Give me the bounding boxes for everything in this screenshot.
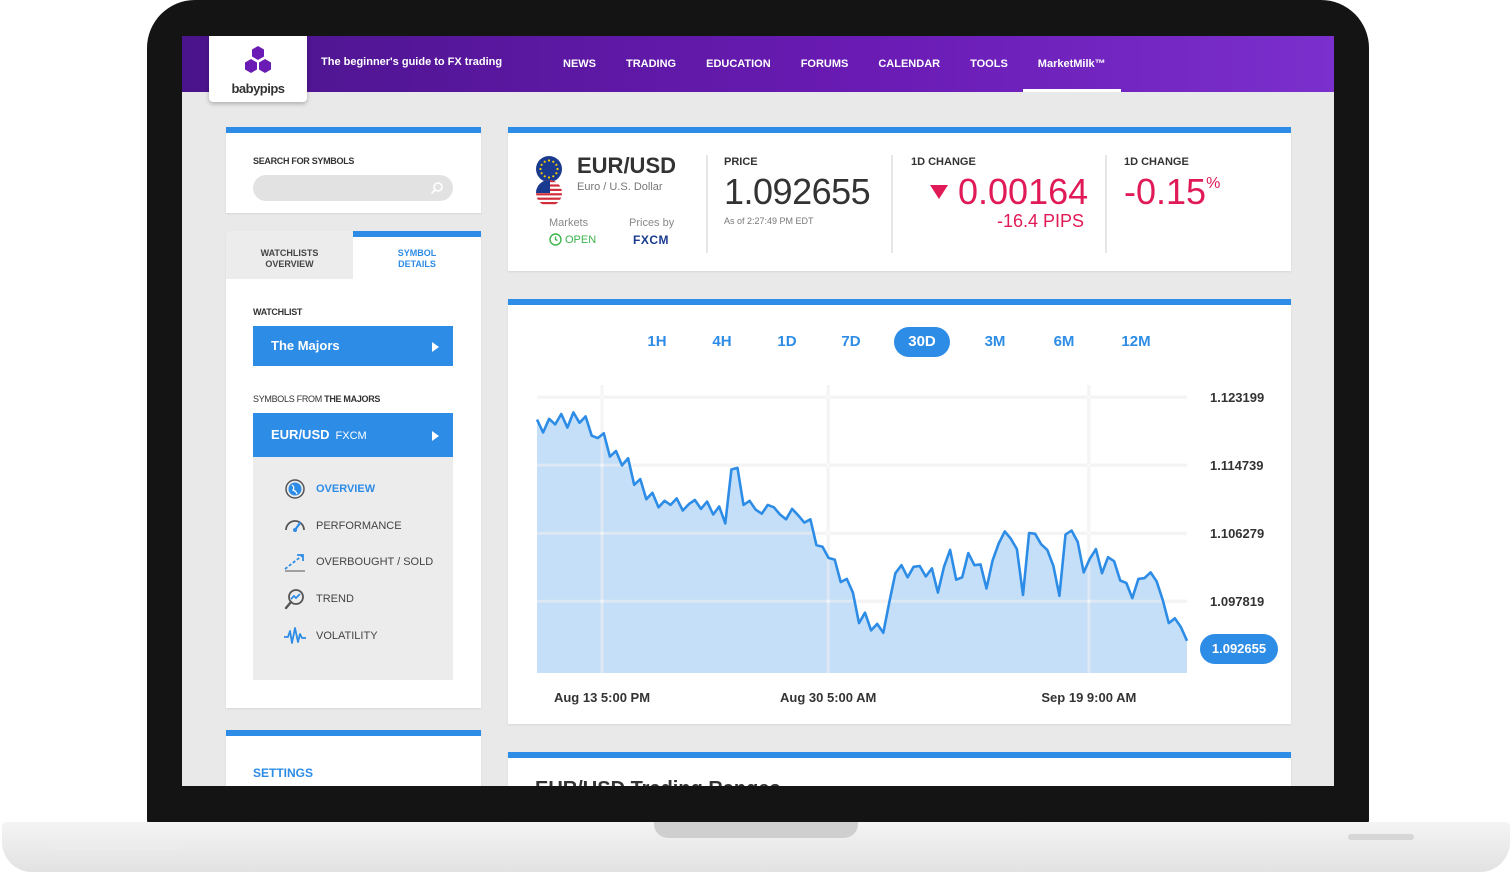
menu-item-label: PERFORMANCE — [316, 520, 402, 532]
tagline: The beginner's guide to FX trading — [321, 56, 503, 68]
tab-symbol-details[interactable]: SYMBOL DETAILS — [353, 231, 481, 279]
prices-by-label: Prices by — [629, 217, 675, 229]
divider — [706, 155, 708, 253]
markets-status: OPEN — [549, 233, 596, 246]
price-label: PRICE — [724, 156, 758, 168]
pct-unit: % — [1206, 175, 1221, 192]
price-chart[interactable]: 1.123199 1.114739 1.106279 1.097819 Aug 13 5… — [508, 305, 1291, 724]
last-price-badge: 1.092655 — [1200, 634, 1278, 664]
logo-text: babypips — [231, 81, 285, 96]
tab-watchlists-overview[interactable]: WATCHLISTS OVERVIEW — [226, 231, 353, 279]
nav-trading[interactable]: TRADING — [611, 36, 691, 92]
nav-forums[interactable]: FORUMS — [786, 36, 864, 92]
watchlist-card: WATCHLISTS OVERVIEW SYMBOL DETAILS WATCH… — [226, 231, 481, 708]
tab-label: SYMBOL DETAILS — [397, 248, 437, 269]
search-icon[interactable] — [430, 181, 444, 195]
pair-description: Euro / U.S. Dollar — [577, 181, 663, 193]
x-tick-label: Aug 30 5:00 AM — [780, 690, 876, 705]
trading-ranges-card: EUR/USD Trading Ranges — [508, 752, 1291, 786]
x-tick-label: Aug 13 5:00 PM — [554, 690, 650, 705]
tab-label: WATCHLISTS OVERVIEW — [260, 248, 319, 269]
x-tick-label: Sep 19 9:00 AM — [1041, 690, 1136, 705]
symbols-from-label: SYMBOLS FROM THE MAJORS — [253, 394, 380, 404]
provider-logo: FXCM — [633, 233, 669, 247]
menu-item-label: VOLATILITY — [316, 630, 378, 642]
menu-item-trend[interactable]: TREND — [283, 587, 354, 611]
y-tick-label: 1.097819 — [1210, 594, 1264, 609]
nav-tools[interactable]: TOOLS — [955, 36, 1023, 92]
logo[interactable]: babypips — [209, 36, 307, 102]
search-card: SEARCH FOR SYMBOLS — [226, 127, 481, 213]
pct-change-number: -0.15 — [1124, 171, 1207, 212]
watchlist-label: WATCHLIST — [253, 307, 303, 317]
change-label: 1D CHANGE — [911, 156, 976, 168]
laptop-notch — [654, 822, 858, 838]
watchlist-select-button[interactable]: The Majors — [253, 326, 453, 366]
settings-card: SETTINGS — [226, 730, 481, 786]
symbol-source: FXCM — [335, 430, 367, 442]
change-value: 0.00164 — [930, 171, 1088, 213]
menu-item-overview[interactable]: OVERVIEW — [283, 477, 375, 501]
menu-item-label: TREND — [316, 593, 354, 605]
nav-education[interactable]: EDUCATION — [691, 36, 786, 92]
symbol-menu: OVERVIEW PERFORMANCE OVERBOUGHT / SOLD T… — [253, 457, 453, 680]
watchlist-value: The Majors — [271, 338, 340, 353]
markets-status-text: OPEN — [565, 233, 597, 246]
globe-icon — [285, 479, 305, 499]
symbols-from-text: SYMBOLS FROM — [253, 394, 322, 404]
menu-item-overbought-sold[interactable]: OVERBOUGHT / SOLD — [283, 550, 433, 574]
provider-name: FXCM — [633, 233, 669, 247]
pair-name: EUR/USD — [577, 153, 677, 178]
y-tick-label: 1.123199 — [1210, 390, 1264, 405]
currency-flags-icon — [536, 156, 562, 206]
play-arrow-icon — [432, 342, 439, 352]
price-value: 1.092655 — [724, 171, 871, 212]
hexagon-logo-icon — [245, 46, 271, 73]
menu-item-label: OVERVIEW — [316, 483, 376, 495]
play-arrow-icon — [432, 431, 439, 441]
screen: babypips The beginner's guide to FX trad… — [182, 36, 1334, 786]
pct-change-value: -0.15% — [1124, 171, 1220, 213]
trend-arrow-icon — [284, 554, 305, 572]
search-label: SEARCH FOR SYMBOLS — [253, 156, 355, 166]
y-tick-label: 1.114739 — [1210, 458, 1264, 473]
nav-marketmilk[interactable]: MarketMilk™ — [1022, 36, 1121, 92]
divider — [891, 155, 893, 253]
price-timestamp: As of 2:27:49 PM EDT — [724, 216, 814, 226]
site-header: babypips The beginner's guide to FX trad… — [182, 36, 1334, 102]
chart-card: 1H 4H 1D 7D 30D 3M 6M 12M 1.123199 1.1147… — [508, 299, 1291, 724]
change-amount: 0.00164 — [958, 171, 1089, 212]
menu-item-volatility[interactable]: VOLATILITY — [283, 624, 378, 648]
nav-calendar[interactable]: CALENDAR — [863, 36, 955, 92]
laptop-slot-left — [52, 842, 182, 850]
trading-ranges-title: EUR/USD Trading Ranges — [535, 778, 781, 786]
symbol-select-button[interactable]: EUR/USD FXCM — [253, 413, 453, 457]
laptop-slot — [1348, 834, 1414, 840]
markets-label: Markets — [549, 217, 589, 229]
quote-card: EUR/USD Euro / U.S. Dollar Markets OPEN … — [508, 127, 1291, 271]
main-nav: NEWS TRADING EDUCATION FORUMS CALENDAR T… — [548, 36, 1121, 92]
menu-item-performance[interactable]: PERFORMANCE — [283, 514, 402, 538]
y-tick-label: 1.106279 — [1210, 526, 1264, 541]
menu-item-label: OVERBOUGHT / SOLD — [316, 556, 434, 568]
sidebar-tabs: WATCHLISTS OVERVIEW SYMBOL DETAILS — [226, 231, 481, 279]
pulse-icon — [284, 627, 306, 644]
symbol-name: EUR/USD — [271, 427, 330, 442]
gauge-icon — [285, 520, 305, 532]
magnifier-trend-icon — [284, 589, 304, 610]
settings-link[interactable]: SETTINGS — [253, 766, 313, 780]
down-arrow-icon — [930, 185, 948, 199]
clock-icon — [549, 233, 562, 246]
nav-news[interactable]: NEWS — [548, 36, 611, 92]
symbol-search-input[interactable] — [253, 175, 453, 201]
symbols-from-list: THE MAJORS — [324, 394, 381, 404]
change-pips: -16.4 PIPS — [996, 211, 1084, 231]
pct-change-label: 1D CHANGE — [1124, 156, 1189, 168]
divider — [1105, 155, 1107, 253]
